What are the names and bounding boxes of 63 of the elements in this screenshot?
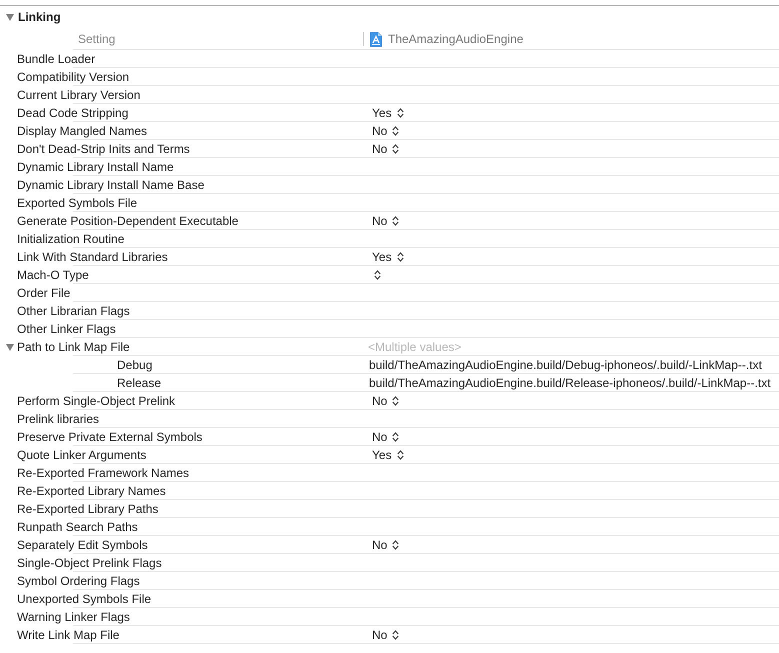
value-popup[interactable]: Yes	[369, 250, 404, 264]
setting-name: Separately Edit Symbols	[17, 538, 148, 552]
setting-name: Re-Exported Library Names	[17, 484, 166, 498]
setting-name: Dead Code Stripping	[17, 106, 128, 120]
setting-name: Write Link Map File	[17, 628, 120, 642]
up-down-chevron-icon	[392, 144, 400, 154]
setting-name: Symbol Ordering Flags	[17, 574, 140, 588]
setting-name: Generate Position-Dependent Executable	[17, 214, 238, 228]
value-popup[interactable]: No	[369, 142, 400, 156]
setting-name: Bundle Loader	[17, 52, 96, 66]
setting-name: Dynamic Library Install Name Base	[17, 178, 204, 192]
setting-name: Mach-O Type	[17, 268, 89, 282]
setting-value: build/TheAmazingAudioEngine.build/Release-iphoneos/.build/-LinkMap--.txt	[369, 376, 771, 390]
disclosure-triangle-icon[interactable]	[6, 14, 14, 20]
value-popup[interactable]: No	[369, 214, 400, 228]
up-down-chevron-icon	[392, 540, 400, 550]
setting-name: Re-Exported Framework Names	[17, 466, 190, 480]
value-popup[interactable]: No	[369, 124, 400, 138]
setting-name: Runpath Search Paths	[17, 520, 138, 534]
setting-name: Debug	[117, 358, 152, 372]
value-popup[interactable]: No	[369, 394, 400, 408]
up-down-chevron-icon	[396, 450, 404, 460]
setting-name: Current Library Version	[17, 88, 140, 102]
setting-name: Initialization Routine	[17, 232, 124, 246]
setting-name: Preserve Private External Symbols	[17, 430, 202, 444]
setting-name: Other Linker Flags	[17, 322, 116, 336]
disclosure-triangle-icon[interactable]	[6, 344, 14, 350]
setting-name: Exported Symbols File	[17, 196, 138, 210]
multiple-values-label: <Multiple values>	[368, 340, 462, 354]
target-name: TheAmazingAudioEngine	[388, 32, 524, 46]
value-popup[interactable]: No	[369, 538, 400, 552]
up-down-chevron-icon	[396, 252, 404, 262]
setting-name: Dynamic Library Install Name	[17, 160, 174, 174]
setting-name: Other Librarian Flags	[17, 304, 130, 318]
setting-name: Perform Single-Object Prelink	[17, 394, 176, 408]
value-popup[interactable]: Yes	[369, 106, 404, 120]
setting-name: Link With Standard Libraries	[17, 250, 168, 264]
setting-name: Unexported Symbols File	[17, 592, 152, 606]
setting-value: build/TheAmazingAudioEngine.build/Debug-iphoneos/.build/-LinkMap--.txt	[369, 358, 762, 372]
setting-name: Compatibility Version	[17, 70, 130, 84]
setting-name: Prelink libraries	[17, 412, 100, 426]
setting-name: Release	[117, 376, 162, 390]
section-title: Linking	[18, 10, 61, 24]
up-down-chevron-icon	[392, 396, 400, 406]
setting-name: Single-Object Prelink Flags	[17, 556, 162, 570]
value-popup[interactable]: No	[369, 430, 400, 444]
setting-name: Display Mangled Names	[17, 124, 148, 138]
column-header: Setting	[78, 32, 116, 46]
document-icon	[370, 32, 382, 46]
up-down-chevron-icon	[392, 126, 400, 136]
up-down-chevron-icon	[392, 432, 400, 442]
setting-name: Quote Linker Arguments	[17, 448, 146, 462]
up-down-chevron-icon	[374, 270, 381, 280]
setting-name: Warning Linker Flags	[17, 610, 130, 624]
setting-name: Path to Link Map File	[17, 340, 130, 354]
up-down-chevron-icon	[396, 108, 404, 118]
up-down-chevron-icon	[392, 216, 400, 226]
value-popup[interactable]: No	[369, 628, 400, 642]
value-popup[interactable]: Yes	[369, 448, 404, 462]
setting-name: Re-Exported Library Paths	[17, 502, 158, 516]
up-down-chevron-icon	[392, 630, 400, 640]
setting-name: Don't Dead-Strip Inits and Terms	[17, 142, 190, 156]
setting-name: Order File	[17, 286, 70, 300]
